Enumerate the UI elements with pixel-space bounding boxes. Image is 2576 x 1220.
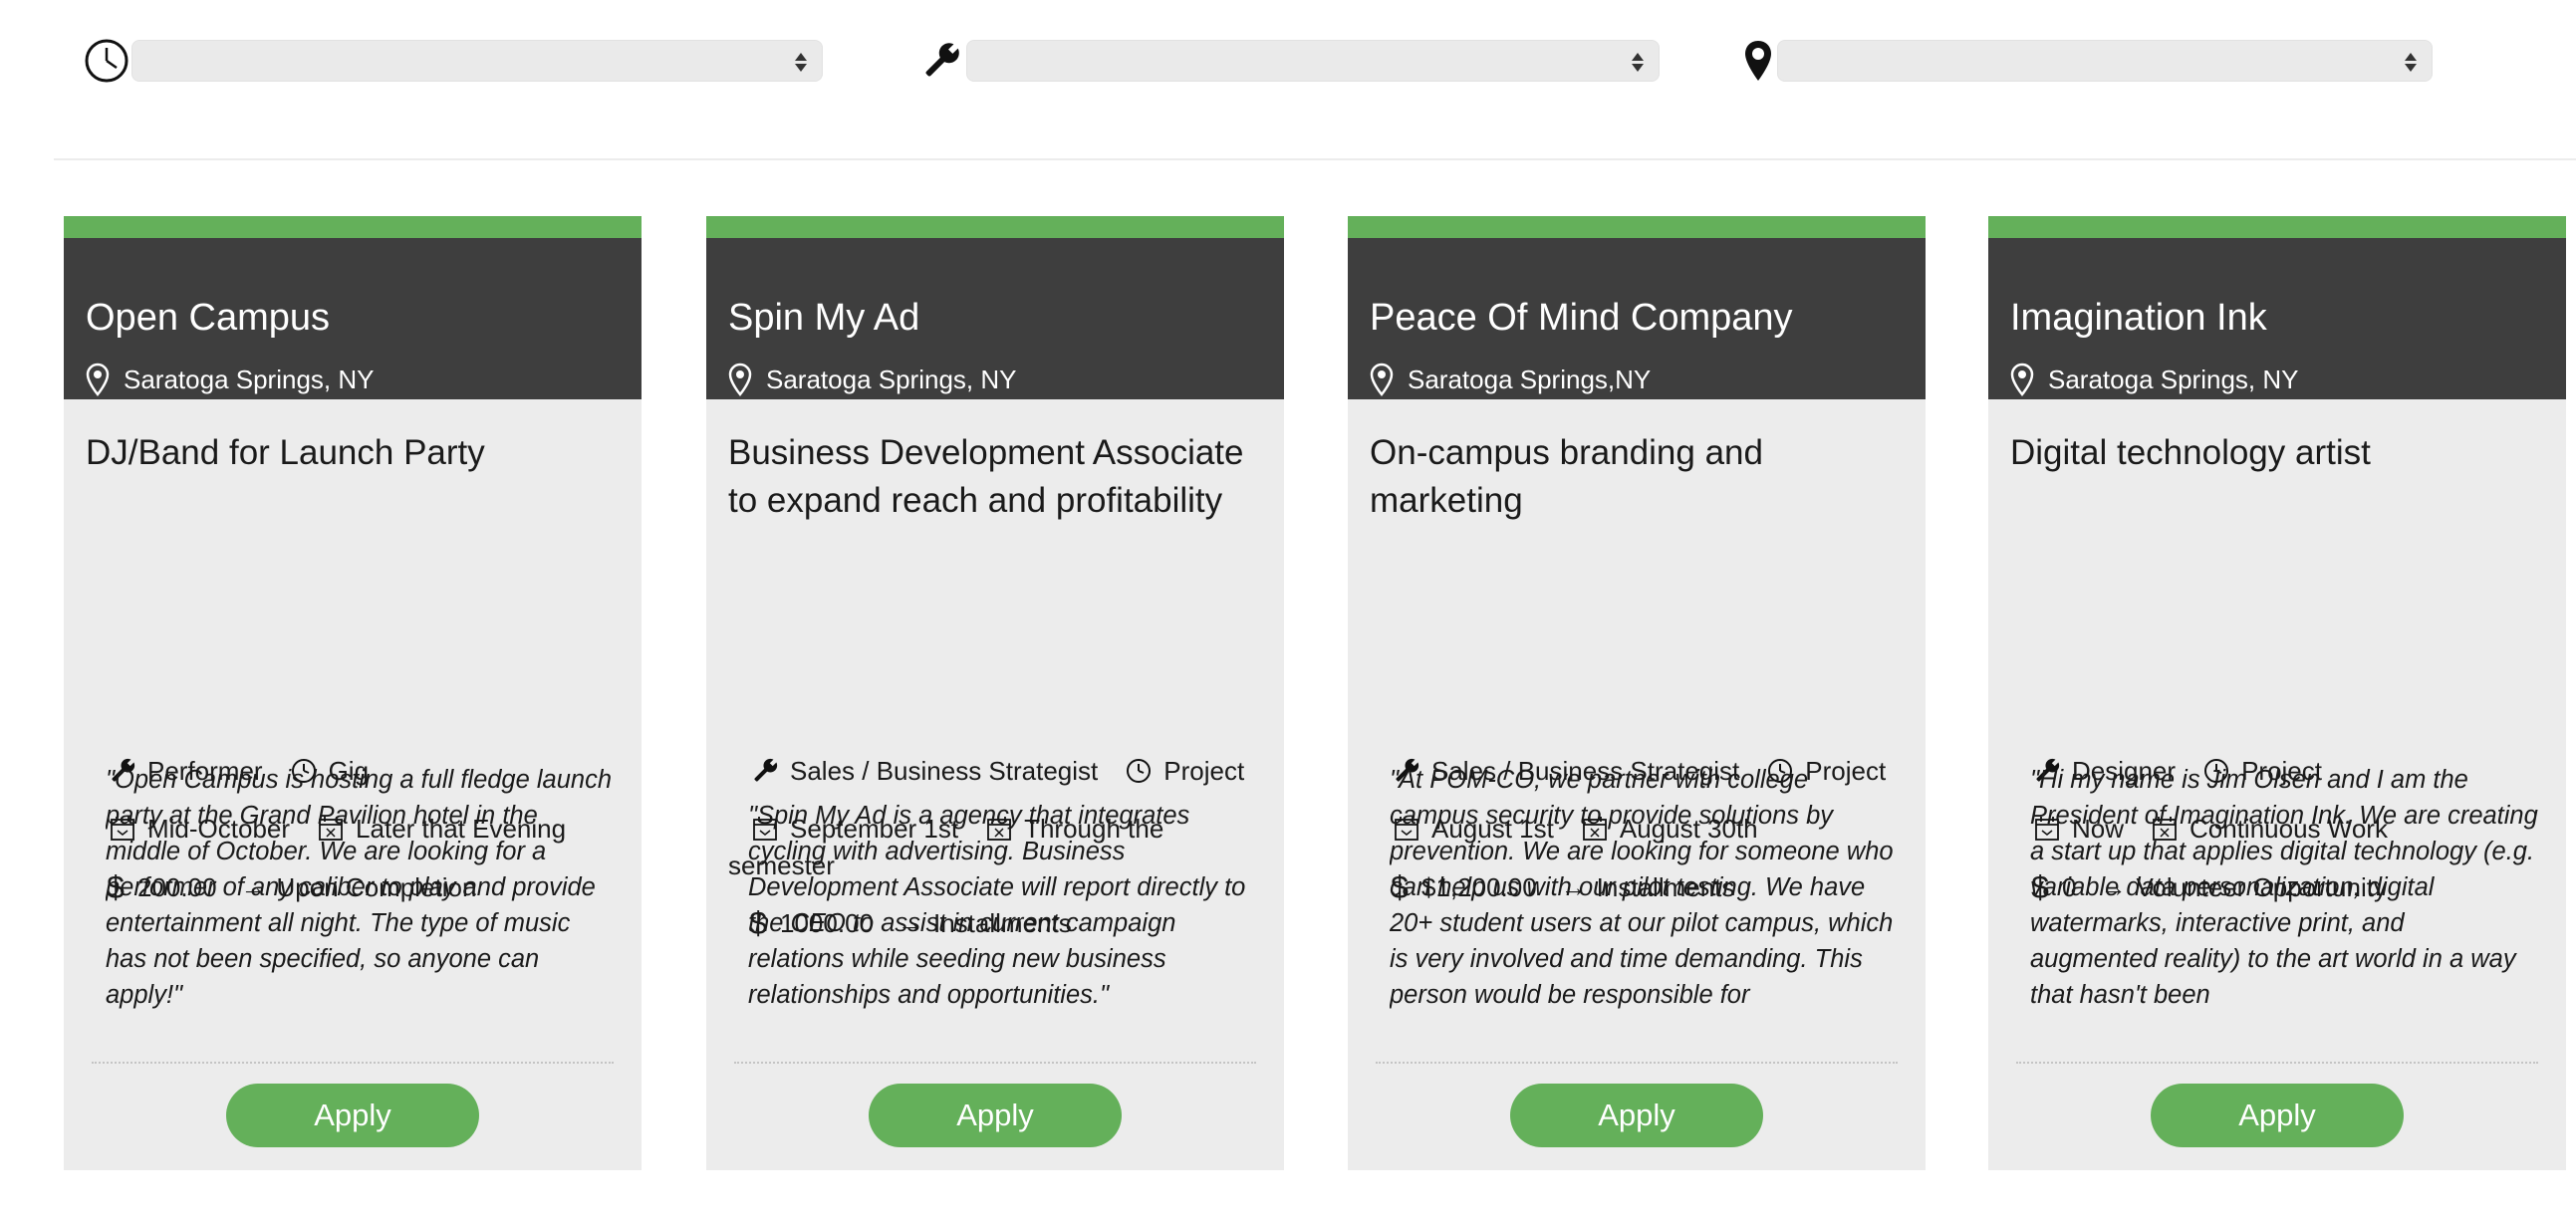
type-text: Project (1163, 755, 1245, 786)
time-filter (82, 36, 823, 86)
location-text: Saratoga Springs,NY (1408, 364, 1652, 394)
job-title: DJ/Band for Launch Party (86, 433, 485, 472)
card-accent-bar (1988, 216, 2566, 238)
select-arrows-icon (794, 47, 808, 77)
dotted-divider (1376, 1062, 1898, 1064)
select-arrows-icon (2404, 47, 2418, 77)
time-select[interactable] (131, 40, 823, 82)
card-header: Imagination Ink Saratoga Springs, NY (1988, 238, 2566, 399)
location-text: Saratoga Springs, NY (2048, 364, 2299, 394)
map-pin-icon (1739, 36, 1777, 86)
job-title: Digital technology artist (2010, 433, 2371, 472)
location-text: Saratoga Springs, NY (766, 364, 1017, 394)
card-accent-bar (1348, 216, 1926, 238)
card-header: Open Campus Saratoga Springs, NY (64, 238, 642, 399)
filter-bar (0, 0, 2576, 159)
apply-button[interactable]: Apply (226, 1084, 479, 1147)
job-description: "Open Campus is hosting a full fledge la… (106, 766, 613, 1009)
company-name: Open Campus (86, 297, 331, 339)
card-header: Spin My Ad Saratoga Springs, NY (706, 238, 1284, 399)
wrench-icon (748, 754, 782, 788)
job-card: Open Campus Saratoga Springs, NY DJ/Band… (64, 216, 642, 1170)
job-card: Imagination Ink Saratoga Springs, NY Dig… (1988, 216, 2566, 1170)
job-card: Peace Of Mind Company Saratoga Springs,N… (1348, 216, 1926, 1170)
company-location: Saratoga Springs, NY (2010, 362, 2298, 397)
dotted-divider (734, 1062, 1256, 1064)
card-accent-bar (706, 216, 1284, 238)
apply-button[interactable]: Apply (2151, 1084, 2404, 1147)
company-name: Imagination Ink (2010, 297, 2267, 339)
card-accent-bar (64, 216, 642, 238)
job-card: Spin My Ad Saratoga Springs, NY Business… (706, 216, 1284, 1170)
dotted-divider (2016, 1062, 2538, 1064)
apply-button[interactable]: Apply (869, 1084, 1122, 1147)
clock-icon (1122, 754, 1156, 788)
map-pin-icon (2010, 362, 2040, 397)
location-text: Saratoga Springs, NY (124, 364, 375, 394)
apply-button[interactable]: Apply (1510, 1084, 1763, 1147)
wrench-icon (916, 36, 966, 86)
company-location: Saratoga Springs,NY (1370, 362, 1651, 397)
map-pin-icon (728, 362, 758, 397)
select-arrows-icon (1631, 47, 1645, 77)
filter-divider (54, 158, 2576, 160)
job-title: Business Development Associate to expand… (728, 433, 1244, 520)
clock-icon (82, 36, 131, 86)
dotted-divider (92, 1062, 614, 1064)
skill-filter (916, 36, 1660, 86)
map-pin-icon (1370, 362, 1400, 397)
company-location: Saratoga Springs, NY (728, 362, 1016, 397)
job-title: On-campus branding and marketing (1370, 433, 1763, 520)
location-filter (1739, 36, 2433, 86)
card-header: Peace Of Mind Company Saratoga Springs,N… (1348, 238, 1926, 399)
location-select[interactable] (1777, 40, 2433, 82)
job-description: "At POM-CO, we partner with college camp… (1390, 766, 1894, 1009)
company-name: Spin My Ad (728, 297, 920, 339)
company-name: Peace Of Mind Company (1370, 297, 1793, 339)
role-row: Sales / Business Strategist Project (748, 754, 1244, 788)
role-text: Sales / Business Strategist (790, 755, 1099, 786)
job-description: "Hi my name is Jim Olsen and I am the Pr… (2030, 766, 2538, 1009)
skill-select[interactable] (966, 40, 1660, 82)
map-pin-icon (86, 362, 116, 397)
job-description: "Spin My Ad is a agency that integrates … (748, 802, 1246, 1009)
company-location: Saratoga Springs, NY (86, 362, 374, 397)
